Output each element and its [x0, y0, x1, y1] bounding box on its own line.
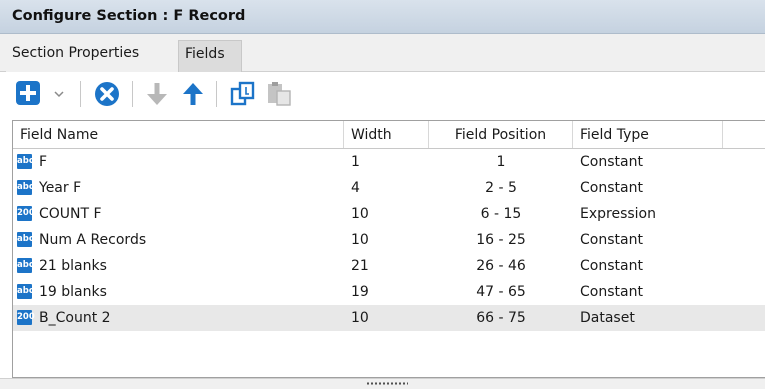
cell-field-name: F: [39, 154, 48, 170]
cell-field-type: Constant: [580, 180, 643, 196]
cell-field-position: 26 - 46: [476, 258, 526, 274]
grid-header: Field Name Width Field Position Field Ty…: [13, 121, 765, 149]
cell-field-type: Constant: [580, 258, 643, 274]
cell-width: 4: [351, 180, 360, 196]
add-field-button[interactable]: [14, 79, 44, 109]
table-row[interactable]: abc Num A Records 10 16 - 25 Constant: [13, 227, 765, 253]
numeric-type-icon: 200: [17, 310, 35, 325]
cell-width: 21: [351, 258, 369, 274]
fields-grid: Field Name Width Field Position Field Ty…: [12, 120, 765, 378]
tab-section-properties[interactable]: Section Properties: [6, 40, 178, 72]
cell-width: 10: [351, 232, 369, 248]
add-field-dropdown[interactable]: [48, 79, 70, 109]
paste-field-button[interactable]: [264, 79, 294, 109]
column-header-field-name[interactable]: Field Name: [13, 121, 344, 148]
cell-field-position: 6 - 15: [480, 206, 522, 222]
add-icon: [14, 79, 44, 107]
cell-field-position: 2 - 5: [485, 180, 517, 196]
cell-field-name: B_Count 2: [39, 310, 111, 326]
cell-field-name: 21 blanks: [39, 258, 107, 274]
table-row[interactable]: abc Year F 4 2 - 5 Constant: [13, 175, 765, 201]
copy-field-button[interactable]: [228, 79, 258, 109]
delete-icon: [92, 79, 122, 109]
paste-icon: [264, 79, 294, 109]
move-down-button[interactable]: [142, 79, 172, 109]
text-type-icon: abc: [17, 180, 34, 195]
cell-field-type: Constant: [580, 232, 643, 248]
table-row[interactable]: 200 COUNT F 10 6 - 15 Expression: [13, 201, 765, 227]
dialog-title: Configure Section : F Record: [12, 8, 246, 24]
tab-strip: Section Properties Fields: [0, 34, 765, 72]
cell-field-position: 66 - 75: [476, 310, 526, 326]
dialog-title-bar: Configure Section : F Record: [0, 0, 765, 34]
tab-fields[interactable]: Fields: [178, 40, 242, 72]
column-header-field-type[interactable]: Field Type: [573, 121, 723, 148]
cell-field-name: Year F: [39, 180, 82, 196]
arrow-down-icon: [142, 79, 172, 109]
cell-field-position: 1: [496, 154, 506, 170]
table-row[interactable]: abc 19 blanks 19 47 - 65 Constant: [13, 279, 765, 305]
arrow-up-icon: [178, 79, 208, 109]
move-up-button[interactable]: [178, 79, 208, 109]
table-row[interactable]: 200 B_Count 2 10 66 - 75 Dataset: [13, 305, 765, 331]
toolbar-separator: [216, 81, 217, 107]
toolbar-separator: [80, 81, 81, 107]
cell-field-name: COUNT F: [39, 206, 102, 222]
cell-field-position: 16 - 25: [476, 232, 526, 248]
cell-field-type: Constant: [580, 284, 643, 300]
table-row[interactable]: abc F 1 1 Constant: [13, 149, 765, 175]
cell-width: 10: [351, 310, 369, 326]
text-type-icon: abc: [17, 284, 34, 299]
cell-width: 10: [351, 206, 369, 222]
cell-width: 19: [351, 284, 369, 300]
text-type-icon: abc: [17, 154, 34, 169]
copy-icon: [228, 79, 258, 109]
resize-footer: [0, 378, 765, 389]
chevron-down-icon: [48, 79, 70, 109]
text-type-icon: abc: [17, 232, 34, 247]
table-row[interactable]: abc 21 blanks 21 26 - 46 Constant: [13, 253, 765, 279]
cell-field-type: Expression: [580, 206, 656, 222]
cell-field-type: Dataset: [580, 310, 635, 326]
cell-field-type: Constant: [580, 154, 643, 170]
column-header-width[interactable]: Width: [344, 121, 429, 148]
cell-field-name: 19 blanks: [39, 284, 107, 300]
column-header-field-position[interactable]: Field Position: [429, 121, 573, 148]
fields-toolbar: [0, 73, 765, 115]
cell-field-name: Num A Records: [39, 232, 147, 248]
cell-width: 1: [351, 154, 360, 170]
resize-grip-icon[interactable]: [366, 381, 408, 386]
numeric-type-icon: 200: [17, 206, 35, 221]
text-type-icon: abc: [17, 258, 34, 273]
toolbar-separator: [132, 81, 133, 107]
cell-field-position: 47 - 65: [476, 284, 526, 300]
delete-field-button[interactable]: [92, 79, 122, 109]
